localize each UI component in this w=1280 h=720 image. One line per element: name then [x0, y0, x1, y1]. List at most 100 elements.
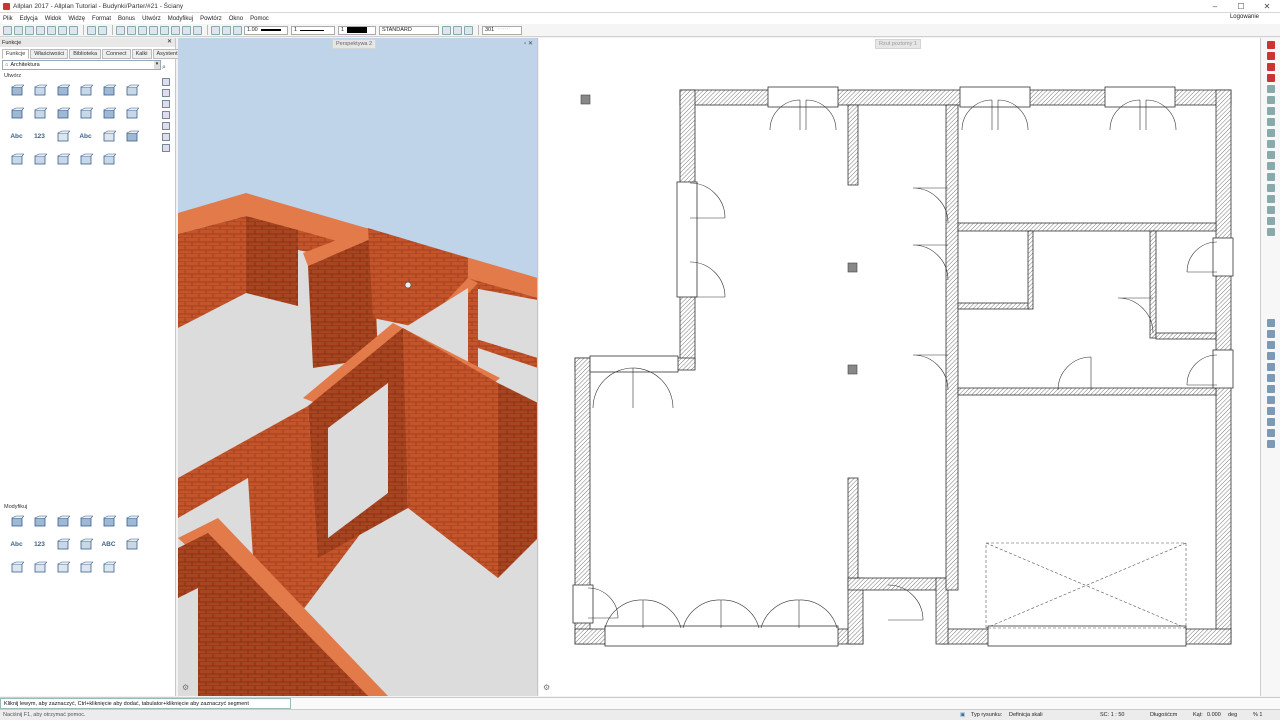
login-link[interactable]: Logowanie	[1230, 14, 1259, 20]
snap-tool-icon[interactable]	[1266, 330, 1275, 338]
column-tool-icon[interactable]	[28, 79, 51, 102]
menu-utworz[interactable]: Utwórz	[142, 16, 161, 22]
project-icon[interactable]	[47, 25, 56, 35]
layer-select[interactable]: 301 ⋯⋯	[482, 25, 522, 35]
menu-pomoc[interactable]: Pomoc	[250, 16, 269, 22]
snap-tool-icon[interactable]	[1266, 385, 1275, 393]
right-tool-icon[interactable]	[1266, 129, 1275, 137]
pen-select[interactable]: 1.00	[244, 25, 288, 35]
clipboard-icon[interactable]	[160, 25, 169, 35]
slab-tool-icon[interactable]	[51, 79, 74, 102]
maximize-button[interactable]: ☐	[1228, 0, 1254, 13]
level-tool-icon[interactable]	[74, 148, 97, 171]
snap-tool-icon[interactable]	[1266, 352, 1275, 360]
right-tool-icon[interactable]	[1266, 118, 1275, 126]
copy-icon[interactable]	[127, 25, 136, 35]
mirror-tool-icon[interactable]	[97, 510, 120, 533]
right-tool-icon[interactable]	[1266, 74, 1275, 82]
niche-tool-icon[interactable]	[97, 102, 120, 125]
menu-format[interactable]: Format	[92, 16, 111, 22]
pen-icon[interactable]	[211, 25, 220, 35]
perspective-viewport[interactable]: Perspektywa 2 ▫ ✕ ⚙	[178, 38, 538, 696]
new-icon[interactable]	[3, 25, 12, 35]
line-select[interactable]: 1	[291, 25, 335, 35]
tab-connect[interactable]: Connect	[102, 49, 131, 59]
snap-tool-icon[interactable]	[1266, 396, 1275, 404]
menu-edycja[interactable]: Edycja	[20, 16, 38, 22]
undo-icon[interactable]	[87, 25, 96, 35]
copy-tool-icon[interactable]	[120, 533, 143, 556]
menu-plik[interactable]: Plik	[3, 16, 13, 22]
view-settings-icon[interactable]: ⚙	[543, 683, 550, 692]
erase-tool-icon[interactable]	[74, 556, 97, 579]
snap-tool-icon[interactable]	[1266, 440, 1275, 448]
opening-tool-icon[interactable]	[5, 102, 28, 125]
side-tool-icon[interactable]	[162, 89, 170, 97]
rotate-tool-icon[interactable]	[28, 510, 51, 533]
side-tool-icon[interactable]	[162, 100, 170, 108]
right-tool-icon[interactable]	[1266, 162, 1275, 170]
right-tool-icon[interactable]	[1266, 140, 1275, 148]
scale-value[interactable]: SC: 1 : 50	[1100, 712, 1124, 718]
room-tool-icon[interactable]	[28, 102, 51, 125]
tab-kalki[interactable]: Kalki	[131, 49, 152, 59]
close-button[interactable]: ✕	[1254, 0, 1280, 13]
marker-tool-icon[interactable]	[97, 148, 120, 171]
tab-funkcje[interactable]: Funkcje	[2, 49, 30, 59]
menu-modyfikuj[interactable]: Modyfikuj	[168, 16, 193, 22]
snap-tool-icon[interactable]	[1266, 319, 1275, 327]
side-tool-icon[interactable]	[162, 111, 170, 119]
redo-icon[interactable]	[98, 25, 107, 35]
snap-tool-icon[interactable]	[1266, 407, 1275, 415]
modify-number-icon[interactable]: 123	[28, 533, 51, 556]
line-type-icon[interactable]	[222, 25, 231, 35]
stretch-tool-icon[interactable]	[51, 510, 74, 533]
right-tool-icon[interactable]	[1266, 96, 1275, 104]
filter-icon[interactable]	[58, 25, 67, 35]
layout-icon[interactable]	[69, 25, 78, 35]
view-settings-icon[interactable]: ⚙	[182, 683, 189, 692]
right-tool-icon[interactable]	[1266, 107, 1275, 115]
paste-icon[interactable]	[138, 25, 147, 35]
wall-tool-icon[interactable]	[5, 79, 28, 102]
close-panel-icon[interactable]: ✕	[167, 38, 172, 45]
right-tool-icon[interactable]	[1266, 52, 1275, 60]
save-icon[interactable]	[25, 25, 34, 35]
elevation-tool-icon[interactable]	[28, 148, 51, 171]
viewport-controls[interactable]: ▫ ✕	[524, 40, 533, 47]
right-tool-icon[interactable]	[1266, 206, 1275, 214]
delete-icon[interactable]	[149, 25, 158, 35]
cut-icon[interactable]	[116, 25, 125, 35]
zoom-icon[interactable]	[193, 25, 202, 35]
visibility-icon[interactable]	[453, 25, 462, 35]
legend-tool-icon[interactable]	[120, 125, 143, 148]
menu-bonus[interactable]: Bonus	[118, 16, 135, 22]
menu-okno[interactable]: Okno	[229, 16, 243, 22]
copy-format-icon[interactable]	[171, 25, 180, 35]
fillet-tool-icon[interactable]	[51, 556, 74, 579]
properties-tool-icon[interactable]	[97, 556, 120, 579]
snap-tool-icon[interactable]	[1266, 363, 1275, 371]
snap-tool-icon[interactable]	[1266, 429, 1275, 437]
grid-tool-icon[interactable]	[51, 125, 74, 148]
length-unit[interactable]: cm	[1170, 712, 1177, 718]
right-tool-icon[interactable]	[1266, 195, 1275, 203]
right-tool-icon[interactable]	[1266, 184, 1275, 192]
side-tool-icon[interactable]	[162, 144, 170, 152]
tab-biblioteka[interactable]: Biblioteka	[69, 49, 102, 59]
section-tool-icon[interactable]	[5, 148, 28, 171]
floor-plan-viewport[interactable]: Rzut poziomy 1 ⚙	[539, 38, 1260, 696]
list-tool-icon[interactable]	[97, 125, 120, 148]
search-icon[interactable]: ⌕	[162, 64, 166, 72]
corner-tool-icon[interactable]	[28, 556, 51, 579]
menu-widze[interactable]: Widzę	[68, 16, 85, 22]
right-tool-icon[interactable]	[1266, 41, 1275, 49]
stair-tool-icon[interactable]	[74, 102, 97, 125]
split-tool-icon[interactable]	[51, 533, 74, 556]
right-tool-icon[interactable]	[1266, 173, 1275, 181]
right-tool-icon[interactable]	[1266, 151, 1275, 159]
dimension-tool-icon[interactable]	[120, 102, 143, 125]
match-properties-icon[interactable]	[182, 25, 191, 35]
angle-value[interactable]: 0.000	[1207, 712, 1221, 718]
menu-widok[interactable]: Widok	[45, 16, 62, 22]
